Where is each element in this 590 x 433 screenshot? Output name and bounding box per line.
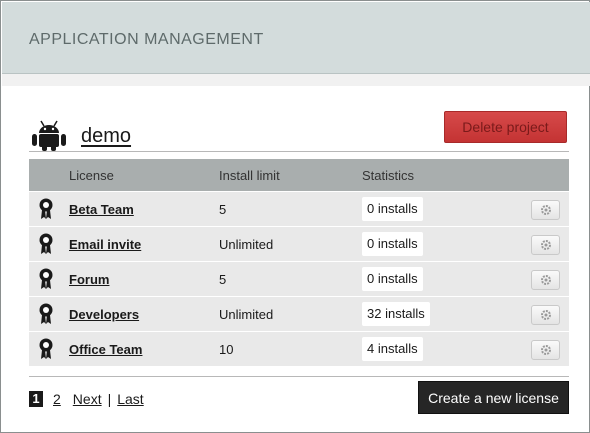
- table-row: Email invite Unlimited 0 installs: [29, 227, 569, 261]
- android-icon: [32, 120, 66, 151]
- install-limit-value: 5: [219, 202, 227, 217]
- license-link[interactable]: Developers: [69, 307, 139, 322]
- license-table: License Install limit Statistics Beta Te…: [29, 159, 569, 366]
- statistics-badge: 4 installs: [362, 337, 423, 361]
- gear-icon: [541, 275, 551, 285]
- app-window: APPLICATION MANAGEMENT demo Delete proje…: [0, 0, 590, 433]
- ribbon-award-icon: [39, 338, 53, 359]
- gear-icon: [541, 310, 551, 320]
- license-link[interactable]: Forum: [69, 272, 109, 287]
- column-header-license: License: [69, 168, 114, 183]
- gear-icon: [541, 240, 551, 250]
- ribbon-award-icon: [39, 198, 53, 219]
- settings-button[interactable]: [531, 270, 560, 290]
- ribbon-award-icon: [39, 268, 53, 289]
- license-link[interactable]: Email invite: [69, 237, 141, 252]
- pagination: 1 2 Next | Last: [29, 391, 144, 407]
- column-header-statistics: Statistics: [362, 168, 415, 183]
- install-limit-value: 5: [219, 272, 227, 287]
- settings-button[interactable]: [531, 235, 560, 255]
- table-row: Beta Team 5 0 installs: [29, 192, 569, 226]
- divider: [29, 376, 569, 377]
- install-limit-value: Unlimited: [219, 237, 274, 252]
- column-header-install-limit: Install limit: [219, 168, 280, 183]
- delete-project-button[interactable]: Delete project: [444, 111, 567, 143]
- gear-icon: [541, 345, 551, 355]
- license-link[interactable]: Beta Team: [69, 202, 134, 217]
- next-page-link[interactable]: Next: [73, 391, 102, 407]
- last-page-link[interactable]: Last: [117, 391, 143, 407]
- ribbon-award-icon: [39, 303, 53, 324]
- page-link-2[interactable]: 2: [53, 391, 61, 407]
- statistics-badge: 0 installs: [362, 232, 423, 256]
- statistics-badge: 0 installs: [362, 267, 423, 291]
- settings-button[interactable]: [531, 200, 560, 220]
- page-link-current[interactable]: 1: [29, 391, 43, 407]
- ribbon-award-icon: [39, 233, 53, 254]
- install-limit-value: 10: [219, 342, 234, 357]
- install-limit-value: Unlimited: [219, 307, 274, 322]
- table-header: License Install limit Statistics: [29, 159, 569, 191]
- pagination-separator: |: [107, 391, 112, 407]
- table-row: Forum 5 0 installs: [29, 262, 569, 296]
- table-row: Office Team 10 4 installs: [29, 332, 569, 366]
- settings-button[interactable]: [531, 305, 560, 325]
- create-license-button[interactable]: Create a new license: [418, 381, 569, 414]
- statistics-badge: 32 installs: [362, 302, 430, 326]
- divider: [29, 151, 569, 152]
- table-row: Developers Unlimited 32 installs: [29, 297, 569, 331]
- project-name-link[interactable]: demo: [81, 125, 131, 148]
- statistics-badge: 0 installs: [362, 197, 423, 221]
- page-title: APPLICATION MANAGEMENT: [29, 31, 264, 48]
- project-header: demo Delete project: [29, 111, 569, 151]
- gear-icon: [541, 205, 551, 215]
- app-header: APPLICATION MANAGEMENT: [2, 2, 590, 74]
- settings-button[interactable]: [531, 340, 560, 360]
- header-shadow: [2, 74, 590, 86]
- license-link[interactable]: Office Team: [69, 342, 142, 357]
